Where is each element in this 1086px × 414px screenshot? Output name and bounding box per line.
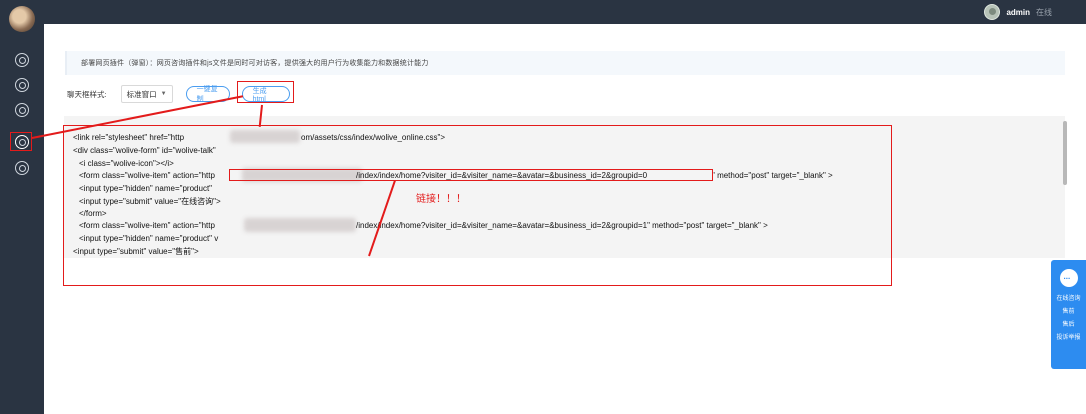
sidebar-item-home[interactable] (10, 49, 34, 71)
annotation-note: 链接！！！ (416, 194, 466, 205)
sidebar-item-user[interactable] (10, 99, 34, 121)
online-status: 在线 (1036, 7, 1052, 17)
style-select[interactable]: 标准窗口 ▼ (120, 85, 173, 103)
user-menu[interactable]: admin 在线 (984, 3, 1052, 21)
chat-widget-item-complaint[interactable]: 投诉举报 (1056, 334, 1080, 342)
code-scrollbar[interactable] (1063, 121, 1067, 185)
annotation-box-code (63, 125, 892, 286)
chat-icon (15, 78, 29, 92)
style-label: 聊天框样式: (67, 89, 107, 99)
home-icon (15, 53, 29, 67)
left-sidebar (0, 0, 44, 414)
chat-widget-item-presale[interactable]: 售前 (1062, 308, 1074, 316)
chat-widget-item-aftersale[interactable]: 售后 (1062, 321, 1074, 329)
chevron-down-icon: ▼ (160, 91, 167, 97)
deploy-notice-text: 部署网页插件（弹窗）：网页咨询插件和js文件是同时可对访客，提供强大的用户行为收… (81, 60, 429, 67)
user-icon (15, 103, 29, 117)
annotation-box-sidebar (10, 132, 32, 151)
style-select-value: 标准窗口 (126, 89, 157, 99)
chat-widget-title[interactable]: 在线咨询 (1056, 295, 1080, 303)
user-avatar[interactable] (984, 4, 1001, 20)
logo[interactable] (9, 6, 35, 32)
deploy-notice: 部署网页插件（弹窗）：网页咨询插件和js文件是同时可对访客，提供强大的用户行为收… (65, 51, 1065, 75)
page-root: admin 在线 部署网页插件（弹窗）：网页咨询插件和js文件是同时可对访客，提… (0, 0, 1086, 414)
history-icon (15, 161, 29, 175)
annotation-box-link (229, 169, 713, 181)
online-chat-widget[interactable]: 在线咨询 售前 售后 投诉举报 (1051, 260, 1086, 369)
sidebar-item-history[interactable] (10, 157, 34, 179)
username[interactable]: admin (1006, 8, 1030, 17)
chat-bubble-icon (1059, 269, 1078, 287)
sidebar-item-chat[interactable] (10, 74, 34, 96)
top-header-bar: admin 在线 (0, 0, 1086, 24)
annotation-box-generate (237, 81, 294, 103)
